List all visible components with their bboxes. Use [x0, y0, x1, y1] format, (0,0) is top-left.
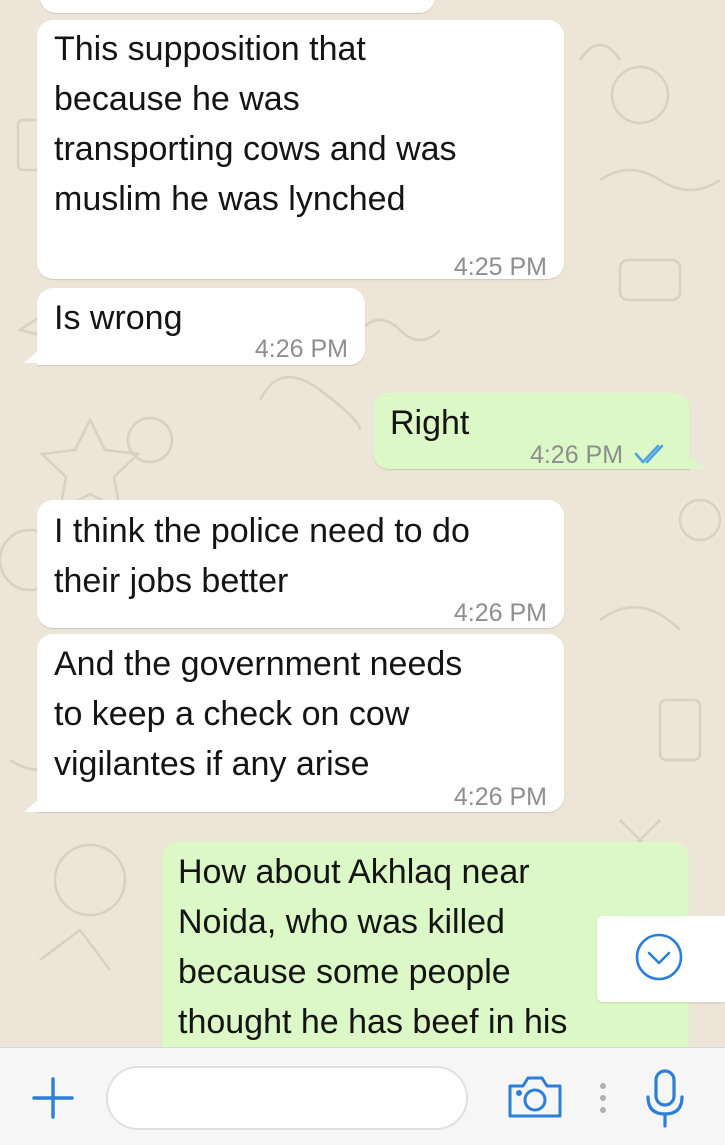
message-input[interactable] [106, 1066, 468, 1130]
input-toolbar [0, 1047, 725, 1145]
bubble-tail [689, 455, 705, 469]
camera-icon[interactable] [506, 1074, 564, 1120]
message-incoming[interactable]: I think the police need to do their jobs… [37, 500, 564, 628]
scroll-to-bottom-button[interactable] [597, 916, 725, 1002]
message-incoming[interactable]: Is wrong 4:26 PM [37, 288, 365, 365]
chevron-down-icon [635, 933, 683, 981]
message-text: This supposition that because he was tra… [54, 30, 457, 218]
message-text: Is wrong [54, 299, 183, 337]
plus-icon[interactable] [30, 1075, 76, 1121]
message-time: 4:26 PM [529, 441, 624, 469]
more-dots-icon[interactable] [596, 1080, 610, 1116]
message-incoming[interactable]: And the government needs to keep a check… [37, 634, 564, 812]
message-time: 4:26 PM [453, 599, 547, 627]
message-text: Right [390, 404, 470, 442]
message-time: 4:26 PM [453, 783, 547, 811]
message-bubble-partial [40, 0, 435, 13]
message-time: 4:25 PM [453, 253, 547, 281]
read-receipt-icon [634, 432, 668, 482]
message-text: I think the police need to do their jobs… [54, 512, 470, 600]
message-text: And the government needs to keep a check… [54, 645, 463, 783]
message-outgoing[interactable]: Right 4:26 PM [373, 393, 690, 469]
chat-area[interactable]: This supposition that because he was tra… [0, 0, 725, 1047]
message-time: 4:26 PM [254, 335, 348, 363]
message-incoming[interactable]: This supposition that because he was tra… [37, 20, 564, 281]
message-time-row: 4:26 PM [530, 430, 668, 482]
microphone-icon[interactable] [642, 1068, 688, 1130]
message-text: How about Akhlaq near Noida, who was kil… [178, 853, 568, 1041]
